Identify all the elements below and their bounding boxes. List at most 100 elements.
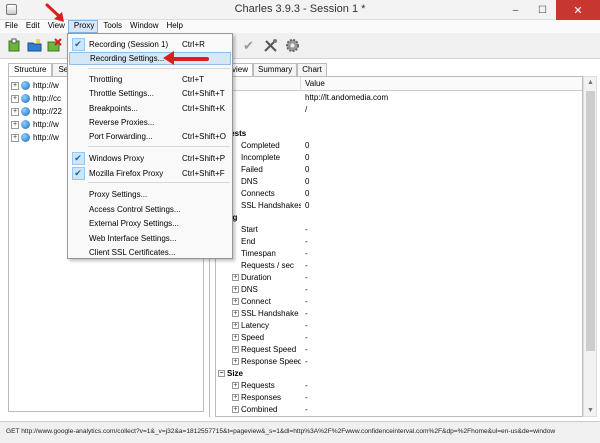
expand-icon[interactable]: + [232,309,239,317]
table-row[interactable]: Requests / sec - [216,259,582,271]
row-value: - [305,404,308,414]
menu-edit[interactable]: Edit [21,20,43,33]
tools-icon[interactable] [263,38,278,53]
menu-tools[interactable]: Tools [98,20,125,33]
row-value: - [305,296,308,306]
proxy-menu-item[interactable]: Port Forwarding... Ctrl+Shift+O [69,130,231,143]
menu-item-label: Throttle Settings... [89,89,154,98]
expand-icon[interactable]: + [232,393,239,401]
scroll-up-icon[interactable]: ▲ [587,79,594,86]
expand-icon[interactable]: + [232,381,239,389]
table-row[interactable]: DNS 0 [216,175,582,187]
table-row[interactable]: End - [216,235,582,247]
row-value: - [305,224,308,234]
table-row[interactable]: Connects 0 [216,187,582,199]
proxy-menu-item[interactable]: Web Interface Settings... [69,232,231,245]
proxy-menu-item[interactable]: Breakpoints... Ctrl+Shift+K [69,102,231,115]
table-row[interactable]: + Speed - [216,331,582,343]
menu-item-label: External Proxy Settings... [89,219,179,228]
menu-proxy[interactable]: Proxy [67,20,99,33]
expand-icon[interactable]: + [232,405,239,413]
tab-structure[interactable]: Structure [8,63,53,76]
table-row[interactable]: SSL Handshakes 0 [216,199,582,211]
table-row[interactable]: + Response Speed - [216,355,582,367]
table-row[interactable]: ath/ [216,103,582,115]
checkmark-icon: ✔ [71,167,85,180]
scroll-down-icon[interactable]: ▼ [587,407,594,414]
table-row[interactable]: Completed 0 [216,139,582,151]
proxy-menu-item[interactable]: Throttle Settings... Ctrl+Shift+T [69,87,231,100]
globe-icon [21,120,30,129]
expand-icon[interactable]: + [232,297,239,305]
close-session-icon[interactable] [47,38,62,53]
proxy-menu-item[interactable]: ✔ Windows Proxy Ctrl+Shift+P [69,152,231,165]
table-row[interactable]: + DNS - [216,283,582,295]
checkmark-icon: ✔ [71,38,85,51]
menu-file[interactable]: File [0,20,21,33]
expand-icon[interactable]: + [11,120,19,129]
proxy-menu-item[interactable]: ✔ Mozilla Firefox Proxy Ctrl+Shift+F [69,167,231,180]
scroll-thumb[interactable] [586,91,595,351]
open-session-icon[interactable] [27,38,42,53]
expand-icon[interactable]: + [232,273,239,281]
validate-icon[interactable]: ✔ [241,38,256,53]
table-row[interactable]: + Request Speed - [216,343,582,355]
table-row[interactable]: Timespan - [216,247,582,259]
expand-icon[interactable]: + [11,133,19,142]
row-key: Incomplete [241,152,281,162]
column-header-value[interactable]: Value [301,79,325,88]
proxy-menu-item[interactable]: Proxy Settings... [69,188,231,201]
table-row[interactable]: Incomplete 0 [216,151,582,163]
maximize-button[interactable]: ☐ [529,0,556,20]
proxy-menu-item[interactable]: Reverse Proxies... [69,116,231,129]
proxy-menu-item[interactable]: Access Control Settings... [69,203,231,216]
row-key: Requests [241,380,275,390]
table-row[interactable]: iming [216,211,582,223]
table-row[interactable]: + Latency - [216,319,582,331]
globe-icon [21,81,30,90]
menu-item-label: Recording (Session 1) [89,40,169,49]
tab-chart[interactable]: Chart [297,63,327,76]
table-row[interactable]: otes [216,115,582,127]
table-row[interactable]: + Responses - [216,391,582,403]
row-key: Connect [241,296,271,306]
title-bar: Charles 3.9.3 - Session 1 * – ☐ ✕ [0,0,600,20]
menu-help[interactable]: Help [161,20,185,33]
menu-item-label: Port Forwarding... [89,132,153,141]
expand-icon[interactable]: + [11,94,19,103]
menu-item-shortcut: Ctrl+Shift+T [182,89,225,98]
table-row[interactable]: + Combined - [216,403,582,415]
table-row[interactable]: + Duration - [216,271,582,283]
table-row[interactable]: osthttp://lt.andomedia.com [216,91,582,103]
expand-icon[interactable]: + [232,321,239,329]
proxy-menu-item[interactable]: External Proxy Settings... [69,217,231,230]
table-row[interactable]: − Size [216,367,582,379]
globe-icon [21,94,30,103]
table-row[interactable]: Failed 0 [216,163,582,175]
table-row[interactable]: Start - [216,223,582,235]
collapse-icon[interactable]: − [218,369,225,377]
expand-icon[interactable]: + [232,357,239,365]
menu-item-label: Windows Proxy [89,154,145,163]
expand-icon[interactable]: + [11,81,19,90]
table-row[interactable]: + SSL Handshake - [216,307,582,319]
new-session-icon[interactable] [7,38,22,53]
expand-icon[interactable]: + [232,285,239,293]
settings-gear-icon[interactable] [285,38,300,53]
row-key: Combined [241,404,278,414]
expand-icon[interactable]: + [232,333,239,341]
table-row[interactable]: + Requests - [216,379,582,391]
proxy-menu-item[interactable]: Client SSL Certificates... [69,246,231,259]
proxy-menu-item[interactable]: Throttling Ctrl+T [69,73,231,86]
row-key: Response Speed [241,356,301,366]
minimize-button[interactable]: – [502,0,529,20]
menu-window[interactable]: Window [125,20,161,33]
vertical-scrollbar[interactable]: ▲ ▼ [583,76,597,417]
expand-icon[interactable]: + [11,107,19,116]
table-row[interactable]: + Connect - [216,295,582,307]
table-row[interactable]: equests [216,127,582,139]
menu-item-label: Proxy Settings... [89,190,148,199]
close-button[interactable]: ✕ [556,0,600,20]
tab-summary[interactable]: Summary [253,63,298,76]
expand-icon[interactable]: + [232,345,239,353]
